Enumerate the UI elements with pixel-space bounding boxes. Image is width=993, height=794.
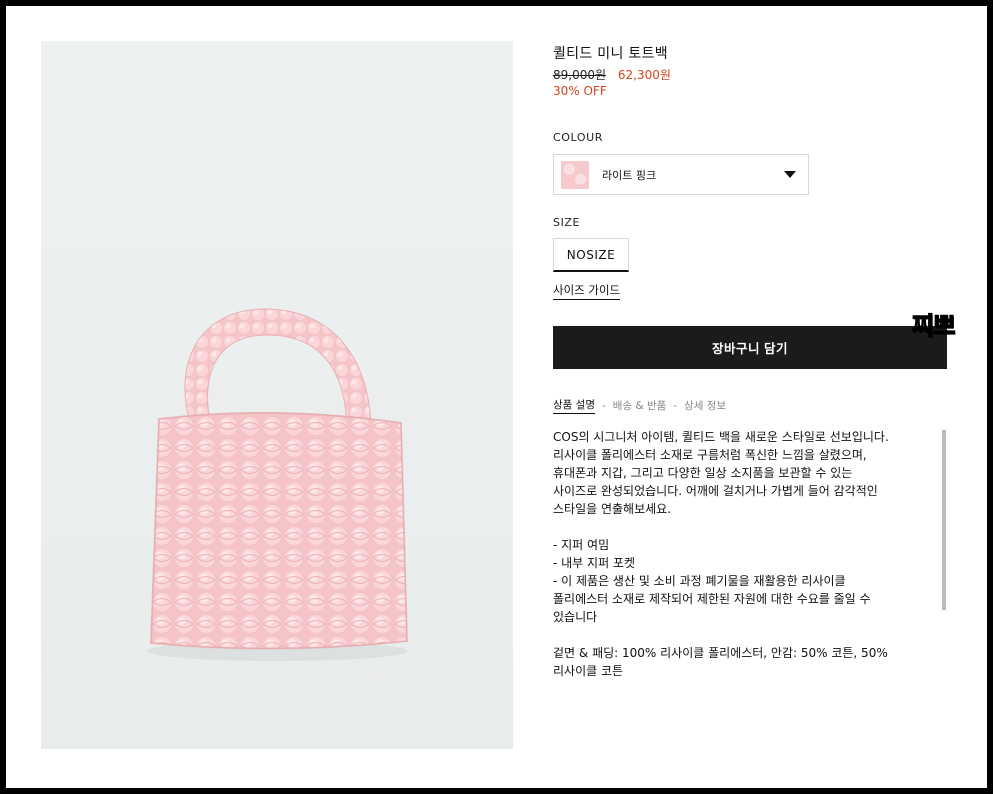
price-row: 89,000원 62,300원	[553, 66, 947, 82]
chevron-down-icon	[784, 171, 796, 178]
description-line: COS의 시그니처 아이템, 퀼티드 백을 새로운 스타일로 선보입니다.	[553, 430, 889, 444]
quilted-bag-illustration	[147, 308, 409, 661]
tab-description[interactable]: 상품 설명	[553, 397, 595, 414]
colour-selected-value: 라이트 핑크	[602, 168, 657, 182]
colour-dropdown[interactable]: 라이트 핑크	[553, 154, 809, 195]
info-tabs: 상품 설명 - 배송 & 반품 - 상세 정보	[553, 397, 947, 414]
description-line: 휴대폰과 지갑, 그리고 다양한 일상 소지품을 보관할 수 있는	[553, 466, 853, 480]
description-line: 사이즈로 완성되었습니다. 어깨에 걸치거나 가볍게 들어 감각적인	[553, 484, 878, 498]
colour-swatch	[561, 160, 589, 189]
size-guide-link[interactable]: 사이즈 가이드	[553, 282, 621, 300]
page-frame: 퀼티드 미니 토트백 89,000원 62,300원 30% OFF COLOU…	[6, 6, 987, 788]
product-info: 퀼티드 미니 토트백 89,000원 62,300원 30% OFF COLOU…	[553, 43, 947, 688]
description-line: 스타일을 연출해보세요.	[553, 502, 672, 516]
feature-line: - 이 제품은 생산 및 소비 과정 폐기물을 재활용한 리사이클	[553, 574, 846, 588]
size-label: SIZE	[553, 216, 581, 229]
description-scrollbar[interactable]	[942, 430, 946, 610]
add-to-cart-button[interactable]: 장바구니 담기	[553, 326, 947, 369]
feature-line: 있습니다	[553, 610, 598, 624]
product-title: 퀼티드 미니 토트백	[553, 46, 668, 62]
description-line: 리사이클 폴리에스터 소재로 구름처럼 폭신한 느낌을 살렸으며,	[553, 448, 867, 462]
material-line: 겉면 & 패딩: 100% 리사이클 폴리에스터, 안감: 50% 코튼, 50…	[553, 646, 888, 660]
size-option-nosize[interactable]: NOSIZE	[553, 238, 629, 272]
sale-price: 62,300원	[617, 68, 671, 82]
description-panel: COS의 시그니처 아이템, 퀼티드 백을 새로운 스타일로 선보입니다. 리사…	[553, 428, 933, 688]
material-line: 리사이클 코튼	[553, 664, 624, 678]
tab-separator: -	[601, 399, 606, 412]
discount-badge: 30% OFF	[553, 84, 607, 98]
sticker-overlay-text: 찌쁘	[911, 311, 956, 341]
feature-line: - 지퍼 여밈	[553, 538, 610, 552]
tab-shipping-returns[interactable]: 배송 & 반품	[613, 398, 667, 413]
original-price: 89,000원	[553, 68, 607, 82]
product-image[interactable]	[41, 41, 513, 749]
feature-line: - 내부 지퍼 포켓	[553, 556, 636, 570]
feature-line: 폴리에스터 소재로 제작되어 제한된 자원에 대한 수요를 줄일 수	[553, 592, 871, 606]
tab-separator: -	[673, 399, 678, 412]
colour-label: COLOUR	[553, 131, 604, 144]
tab-details[interactable]: 상세 정보	[684, 398, 726, 413]
